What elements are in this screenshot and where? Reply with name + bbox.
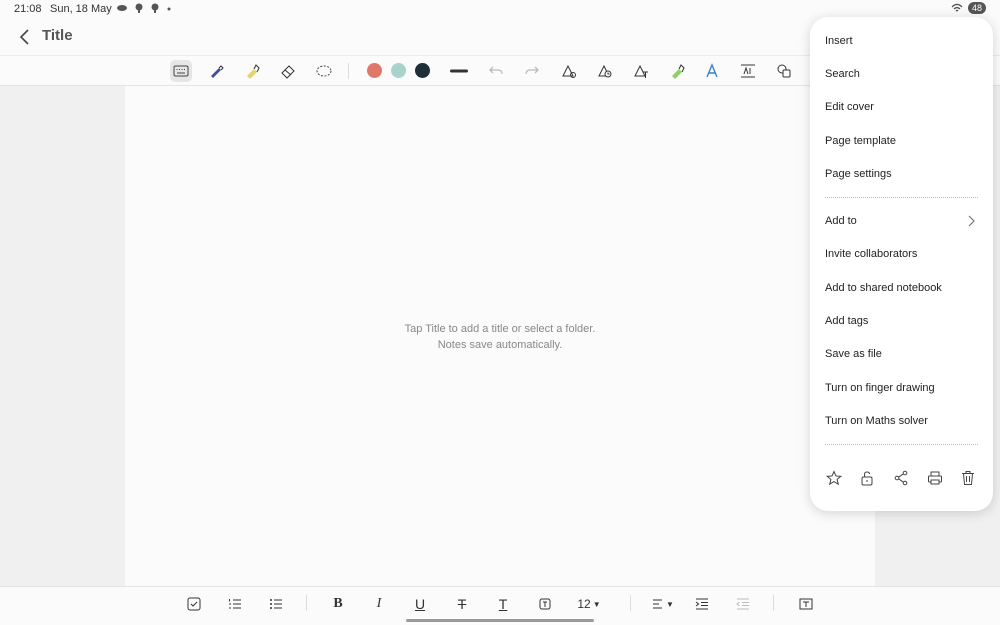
lock-icon[interactable] xyxy=(858,469,876,487)
lasso-icon[interactable] xyxy=(313,60,335,82)
pen-icon[interactable] xyxy=(205,60,227,82)
note-title[interactable]: Title xyxy=(42,27,73,44)
color-swatch-dark[interactable] xyxy=(415,63,430,78)
pen-thickness-icon[interactable] xyxy=(448,60,470,82)
dot-icon xyxy=(167,7,171,11)
notification-icon xyxy=(151,3,159,13)
checkbox-icon[interactable] xyxy=(183,593,205,615)
marker-icon[interactable] xyxy=(666,60,688,82)
home-indicator[interactable] xyxy=(406,619,594,622)
text-box-insert-icon[interactable] xyxy=(795,593,817,615)
toolbar-divider xyxy=(306,595,307,611)
menu-divider xyxy=(825,444,978,445)
status-time: 21:08 xyxy=(14,3,42,15)
shapes-icon[interactable] xyxy=(773,60,795,82)
menu-invite-collaborators[interactable]: Invite collaborators xyxy=(825,244,980,264)
undo-icon[interactable] xyxy=(485,60,507,82)
shape-pen-icon[interactable] xyxy=(558,60,580,82)
notification-icon xyxy=(117,5,127,11)
menu-add-tags[interactable]: Add tags xyxy=(825,311,980,331)
menu-finger-drawing[interactable]: Turn on finger drawing xyxy=(825,378,980,398)
text-format-toolbar: B I U T T 12 ▼ ▼ xyxy=(0,586,1000,625)
wifi-icon xyxy=(951,3,963,12)
back-arrow-icon xyxy=(19,29,29,45)
menu-save-as-file[interactable]: Save as file xyxy=(825,344,980,364)
bold-button[interactable]: B xyxy=(327,593,349,615)
text-style-icon[interactable] xyxy=(701,60,723,82)
redo-icon[interactable] xyxy=(521,60,543,82)
font-size-value: 12 xyxy=(577,597,591,611)
star-icon[interactable] xyxy=(825,469,843,487)
notification-icon xyxy=(135,3,143,13)
trash-icon[interactable] xyxy=(959,469,977,487)
text-color-button[interactable]: T xyxy=(492,593,514,615)
menu-search[interactable]: Search xyxy=(825,64,980,84)
battery-indicator: 48 xyxy=(967,2,986,14)
menu-insert[interactable]: Insert xyxy=(825,31,980,51)
color-swatch-teal[interactable] xyxy=(391,63,406,78)
print-icon[interactable] xyxy=(926,469,944,487)
font-size-select[interactable]: 12 ▼ xyxy=(575,593,603,615)
notification-icons xyxy=(116,2,172,14)
menu-add-to-shared-notebook[interactable]: Add to shared notebook xyxy=(825,278,980,298)
menu-page-settings[interactable]: Page settings xyxy=(825,164,980,184)
status-date: Sun, 18 May xyxy=(50,3,112,15)
color-swatch-red[interactable] xyxy=(367,63,382,78)
menu-page-template[interactable]: Page template xyxy=(825,131,980,151)
bullet-list-icon[interactable] xyxy=(265,593,287,615)
back-button[interactable] xyxy=(14,26,36,48)
indent-icon[interactable] xyxy=(691,593,713,615)
strikethrough-button[interactable]: T xyxy=(451,593,473,615)
outdent-icon[interactable] xyxy=(732,593,754,615)
text-box-icon[interactable] xyxy=(737,60,759,82)
toolbar-divider xyxy=(773,595,774,611)
toolbar-divider xyxy=(630,595,631,611)
chevron-right-icon xyxy=(968,215,975,227)
text-background-icon[interactable] xyxy=(534,593,556,615)
status-bar: 21:08 Sun, 18 May 48 xyxy=(0,0,1000,18)
menu-edit-cover[interactable]: Edit cover xyxy=(825,97,980,117)
keyboard-icon[interactable] xyxy=(170,60,192,82)
text-pen-icon[interactable] xyxy=(630,60,652,82)
share-icon[interactable] xyxy=(892,469,910,487)
menu-maths-solver[interactable]: Turn on Maths solver xyxy=(825,411,980,431)
numbered-list-icon[interactable] xyxy=(224,593,246,615)
underline-button[interactable]: U xyxy=(409,593,431,615)
italic-button[interactable]: I xyxy=(368,593,390,615)
overflow-menu: Insert Search Edit cover Page template P… xyxy=(810,17,993,511)
align-dropdown[interactable]: ▼ xyxy=(650,593,676,615)
hint-line-1: Tap Title to add a title or select a fol… xyxy=(404,323,596,335)
toolbar-divider xyxy=(348,63,349,79)
eraser-icon[interactable] xyxy=(277,60,299,82)
menu-add-to[interactable]: Add to xyxy=(825,211,980,231)
pen-clock-icon[interactable] xyxy=(594,60,616,82)
empty-hint: Tap Title to add a title or select a fol… xyxy=(350,321,650,353)
menu-divider xyxy=(825,197,978,198)
highlighter-icon[interactable] xyxy=(241,60,263,82)
hint-line-2: Notes save automatically. xyxy=(437,339,563,351)
status-right: 48 xyxy=(951,2,986,14)
